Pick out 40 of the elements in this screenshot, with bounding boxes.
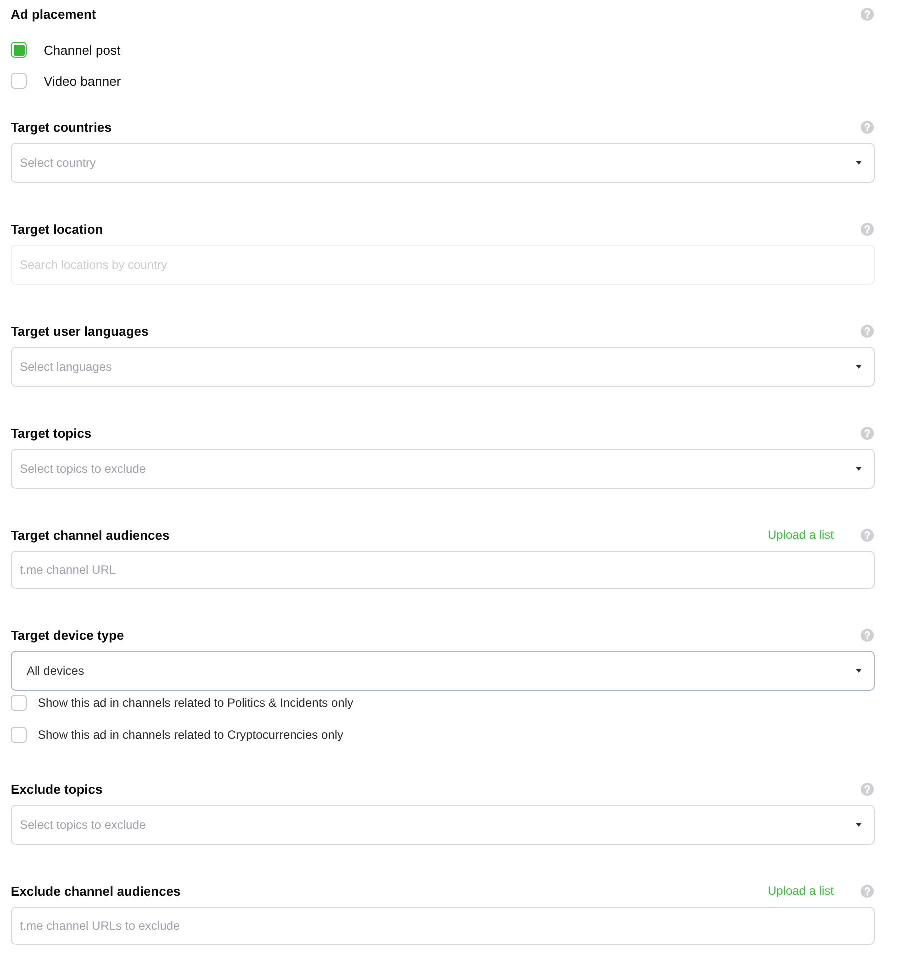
checkbox-label[interactable]: Video banner bbox=[44, 74, 122, 88]
caret-icon bbox=[856, 365, 862, 369]
dropdown-field[interactable]: Select languages bbox=[11, 347, 875, 387]
field-label: Target channel audiences bbox=[11, 528, 170, 542]
text-input[interactable]: t.me channel URL bbox=[11, 551, 875, 589]
help-icon[interactable] bbox=[861, 120, 874, 134]
dropdown-field[interactable]: All devices bbox=[11, 651, 875, 691]
checkbox[interactable] bbox=[11, 727, 27, 743]
checkbox-label[interactable]: Show this ad in channels related to Politics & Incidents only bbox=[38, 696, 354, 710]
caret-icon bbox=[856, 467, 862, 471]
field-label: Exclude topics bbox=[11, 782, 103, 796]
help-icon[interactable] bbox=[861, 528, 874, 542]
checkbox[interactable] bbox=[11, 42, 27, 58]
help-icon[interactable] bbox=[861, 426, 874, 440]
dropdown-field[interactable]: Select topics to exclude bbox=[11, 805, 875, 845]
caret-icon bbox=[856, 669, 862, 673]
checkbox[interactable] bbox=[11, 73, 27, 89]
dropdown-field[interactable]: Select topics to exclude bbox=[11, 449, 875, 489]
field-label: Target user languages bbox=[11, 324, 149, 338]
upload-link[interactable]: Upload a list bbox=[768, 528, 834, 542]
help-icon[interactable] bbox=[861, 222, 874, 236]
section-title: Ad placement bbox=[11, 6, 96, 22]
checkbox-label[interactable]: Show this ad in channels related to Cryptocurrencies only bbox=[38, 728, 344, 742]
checkbox-label[interactable]: Channel post bbox=[44, 42, 121, 58]
field-label: Target countries bbox=[11, 120, 112, 134]
field-label: Exclude channel audiences bbox=[11, 884, 181, 898]
caret-icon bbox=[856, 161, 862, 165]
upload-link[interactable]: Upload a list bbox=[768, 884, 834, 898]
field-label: Target location bbox=[11, 222, 104, 236]
help-icon[interactable] bbox=[861, 782, 874, 796]
text-input[interactable]: t.me channel URLs to exclude bbox=[11, 907, 875, 945]
help-icon[interactable] bbox=[861, 324, 874, 338]
field-label: Target device type bbox=[11, 628, 124, 642]
dropdown-field[interactable]: Select country bbox=[11, 143, 875, 183]
caret-icon bbox=[856, 823, 862, 827]
checkbox[interactable] bbox=[11, 695, 27, 711]
help-icon[interactable] bbox=[861, 628, 874, 642]
help-icon[interactable] bbox=[861, 8, 874, 20]
help-icon[interactable] bbox=[861, 884, 874, 898]
field-label: Target topics bbox=[11, 426, 92, 440]
